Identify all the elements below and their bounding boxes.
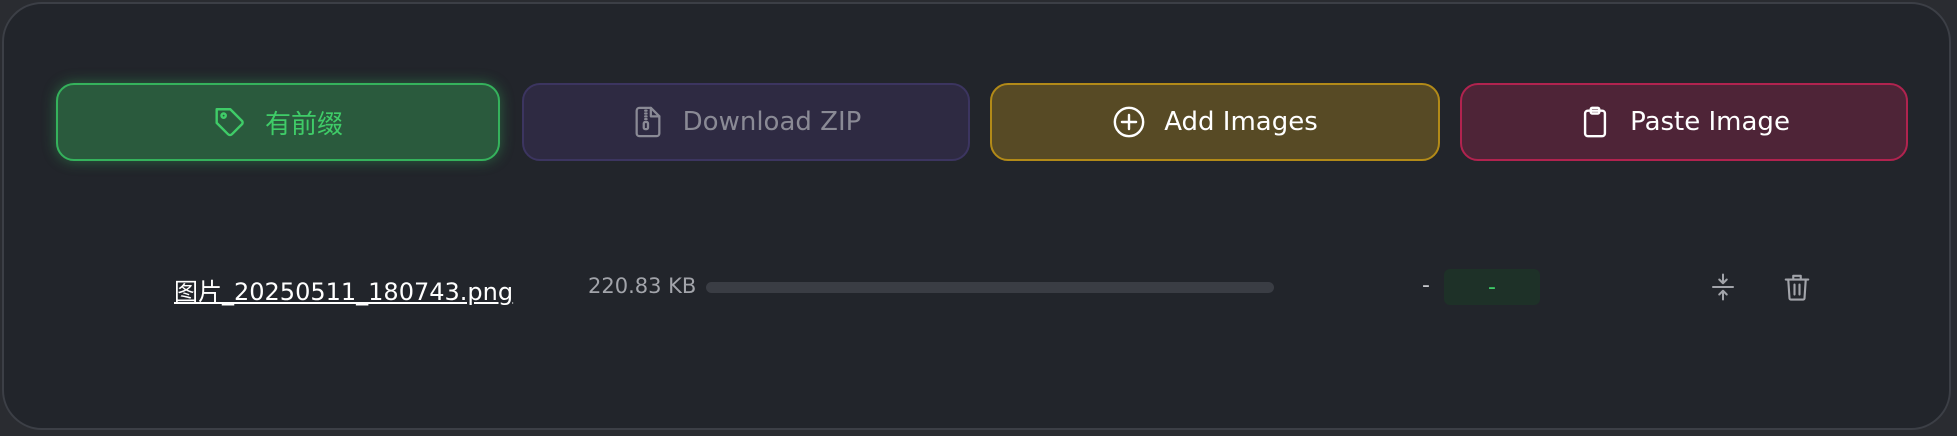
prefix-toggle-button[interactable]: 有前缀: [56, 83, 500, 161]
trash-icon: [1782, 272, 1812, 302]
tag-icon: [213, 105, 247, 139]
download-zip-button[interactable]: Download ZIP: [522, 83, 970, 161]
paste-image-label: Paste Image: [1630, 107, 1790, 137]
compress-button[interactable]: [1704, 268, 1742, 306]
clipboard-icon: [1578, 105, 1612, 139]
add-images-button[interactable]: Add Images: [990, 83, 1440, 161]
add-images-label: Add Images: [1164, 107, 1318, 137]
zip-file-icon: [631, 105, 665, 139]
prefix-toggle-label: 有前缀: [264, 109, 343, 140]
plus-circle-icon: [1112, 105, 1146, 139]
compression-ratio-badge: -: [1444, 269, 1540, 305]
paste-image-button[interactable]: Paste Image: [1460, 83, 1908, 161]
compression-ratio-value: -: [1488, 274, 1496, 300]
file-row: 图片_20250511_180743.png 220.83 KB - -: [4, 262, 1949, 312]
delete-button[interactable]: [1778, 268, 1816, 306]
download-zip-label: Download ZIP: [682, 107, 862, 137]
compressed-size: -: [1422, 273, 1430, 298]
file-name-link[interactable]: 图片_20250511_180743.png: [174, 272, 513, 307]
compression-progress-bar: [706, 282, 1274, 293]
toolbar: 有前缀 Download ZIP Add Images Paste Image: [4, 4, 1949, 204]
original-size: 220.83 KB: [588, 274, 697, 298]
compress-arrows-icon: [1708, 272, 1738, 302]
compressor-panel: 有前缀 Download ZIP Add Images Paste Image …: [2, 2, 1951, 430]
